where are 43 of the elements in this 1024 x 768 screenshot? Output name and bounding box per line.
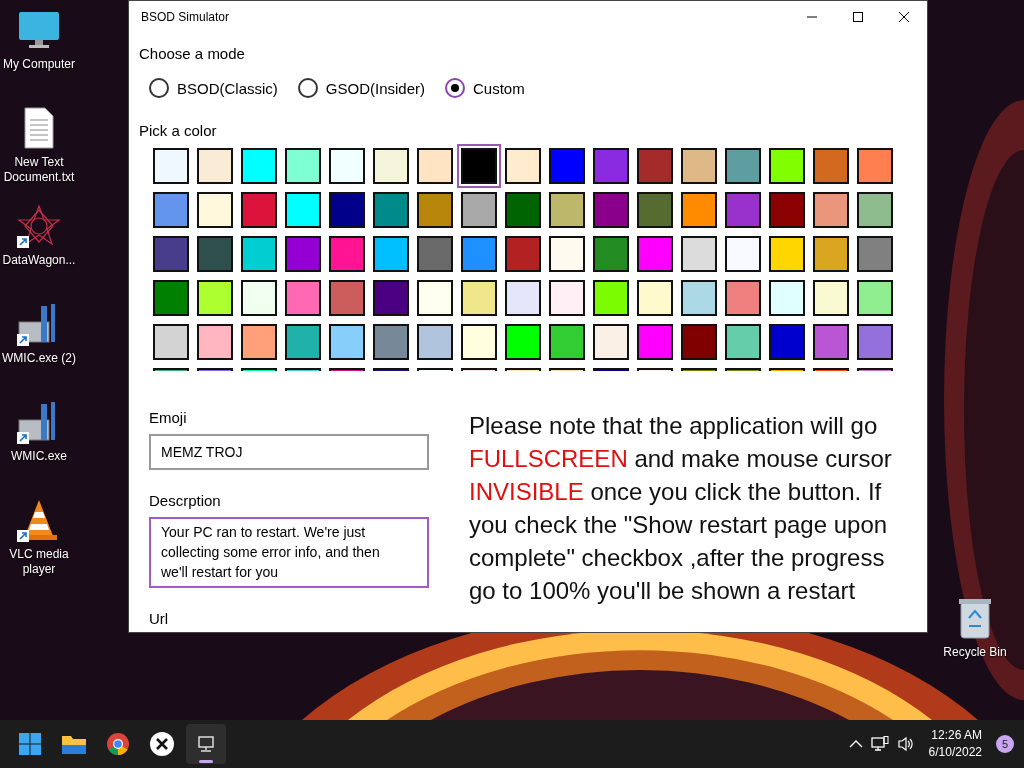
network-icon[interactable] <box>870 736 889 752</box>
window-title: BSOD Simulator <box>141 10 231 24</box>
windows-logo-icon <box>18 732 42 756</box>
note-paragraph: Please note that the application will go FULLSCREEN and make mouse cursor INVISIBLE once you click the button. If you check the "Show restart page upon complete" checkbox ,after the progress go to 100% you'll be shown a restart <box>469 411 893 606</box>
star-pattern-icon <box>17 204 61 248</box>
description-field[interactable]: Your PC ran to restart. We're just collecting some error info, and then we'll restart for you <box>149 517 429 588</box>
desktop-icon-label[interactable]: WMIC.exe <box>0 449 79 464</box>
desktop-icon-label[interactable]: VLC media player <box>0 547 79 577</box>
close-circle-icon <box>149 731 175 757</box>
emoji-field[interactable]: MEMZ TROJ <box>149 434 429 470</box>
color-swatch[interactable] <box>457 144 501 188</box>
shortcut-arrow-icon <box>17 334 29 346</box>
radio-circle[interactable] <box>297 78 318 98</box>
recycle-bin-icon <box>957 596 993 640</box>
computer-icon <box>197 735 215 753</box>
notification-badge[interactable]: 5 <box>996 735 1014 753</box>
desktop-icon-label[interactable]: Recycle Bin <box>935 645 1015 660</box>
folder-icon <box>61 733 87 755</box>
radio-circle[interactable] <box>149 78 169 98</box>
mode-radio[interactable]: Custom <box>445 78 525 98</box>
section-label: Pick a color <box>139 122 217 139</box>
field-label: Url <box>149 610 170 627</box>
taskbar-app-button[interactable] <box>186 724 226 764</box>
shortcut-arrow-icon <box>17 432 29 444</box>
maximize-icon <box>853 12 863 22</box>
clock-date[interactable]: 6/10/2022 <box>928 744 982 761</box>
desktop-icon-label[interactable]: New Text Document.txt <box>0 155 79 185</box>
mode-radio[interactable]: GSOD(Insider) <box>297 78 426 98</box>
volume-icon[interactable] <box>896 736 915 752</box>
shortcut-arrow-icon <box>17 236 29 248</box>
close-icon <box>899 12 909 22</box>
browser-icon <box>106 732 130 756</box>
desktop-icon-label[interactable]: My Computer <box>0 57 79 72</box>
mode-radio[interactable]: BSOD(Classic) <box>149 78 278 98</box>
shortcut-arrow-icon <box>17 530 29 542</box>
desktop-icon-label[interactable]: WMIC.exe (2) <box>0 351 79 366</box>
clock-time[interactable]: 12:26 AM <box>931 727 982 744</box>
radio-circle[interactable] <box>445 78 466 98</box>
field-label: Emoji <box>149 409 188 426</box>
desktop-icon-label[interactable]: DataWagon... <box>0 253 79 268</box>
field-label: Descrption <box>149 492 222 509</box>
chevron-up-icon[interactable] <box>848 740 863 748</box>
section-label: Choose a mode <box>139 45 246 62</box>
